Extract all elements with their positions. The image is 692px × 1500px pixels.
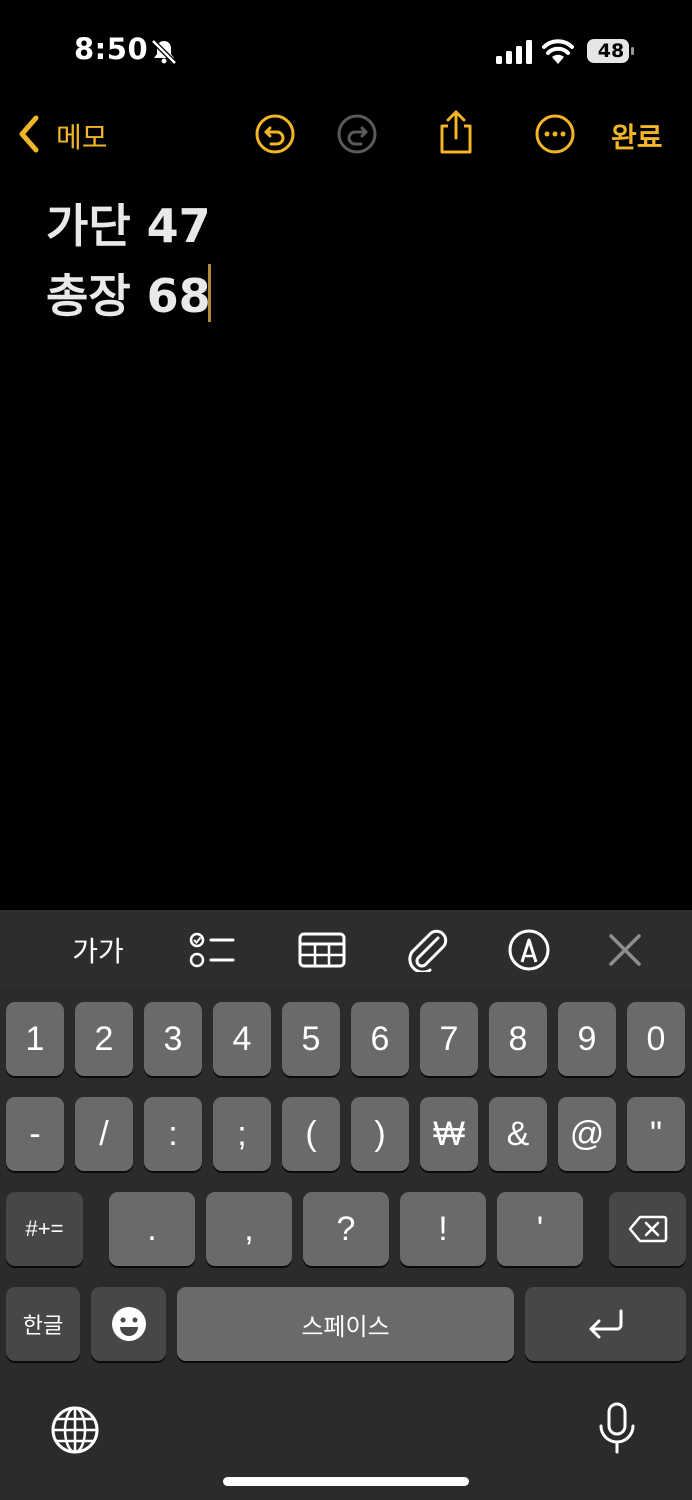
key-hyphen[interactable]: - [6, 1097, 64, 1171]
emoji-key[interactable] [91, 1287, 166, 1361]
key-slash[interactable]: / [75, 1097, 133, 1171]
status-time: 8:50 [74, 32, 149, 66]
table-icon[interactable] [297, 928, 347, 972]
key-colon[interactable]: : [144, 1097, 202, 1171]
key-close-paren[interactable]: ) [351, 1097, 409, 1171]
delete-key[interactable] [609, 1192, 686, 1266]
key-question[interactable]: ? [303, 1192, 389, 1266]
key-quote[interactable]: " [627, 1097, 685, 1171]
emoji-icon [111, 1307, 146, 1341]
back-button[interactable]: 메모 [56, 116, 108, 156]
return-icon [589, 1309, 622, 1339]
silent-mode-icon [151, 39, 177, 65]
key-6[interactable]: 6 [351, 1002, 409, 1076]
battery-level: 48 [597, 40, 625, 62]
close-icon[interactable] [600, 928, 650, 972]
redo-icon[interactable] [335, 112, 379, 156]
key-9[interactable]: 9 [558, 1002, 616, 1076]
done-button[interactable]: 완료 [611, 116, 663, 156]
checklist-icon[interactable] [187, 928, 237, 972]
backspace-icon [628, 1215, 667, 1243]
text-style-button[interactable]: 가가 [66, 928, 130, 972]
return-key[interactable] [525, 1287, 686, 1361]
key-3[interactable]: 3 [144, 1002, 202, 1076]
note-line-1[interactable]: 가단 47 [46, 190, 211, 256]
key-more-symbols[interactable]: #+= [6, 1192, 83, 1266]
text-cursor [208, 264, 211, 322]
cellular-signal-icon [496, 40, 532, 64]
key-4[interactable]: 4 [213, 1002, 271, 1076]
key-5[interactable]: 5 [282, 1002, 340, 1076]
key-2[interactable]: 2 [75, 1002, 133, 1076]
share-icon[interactable] [434, 108, 478, 156]
language-key[interactable]: 한글 [6, 1287, 80, 1361]
paperclip-icon[interactable] [402, 928, 452, 972]
chevron-left-icon[interactable] [14, 112, 44, 156]
key-1[interactable]: 1 [6, 1002, 64, 1076]
key-comma[interactable]: , [206, 1192, 292, 1266]
note-line-2[interactable]: 총장 68 [46, 260, 211, 326]
key-7[interactable]: 7 [420, 1002, 478, 1076]
globe-icon[interactable] [49, 1404, 101, 1456]
home-indicator[interactable] [223, 1477, 469, 1486]
undo-icon[interactable] [253, 112, 297, 156]
key-apostrophe[interactable]: ' [497, 1192, 583, 1266]
more-options-icon[interactable] [533, 112, 577, 156]
key-ampersand[interactable]: & [489, 1097, 547, 1171]
markup-pen-icon[interactable] [504, 928, 554, 972]
key-exclamation[interactable]: ! [400, 1192, 486, 1266]
space-key[interactable]: 스페이스 [177, 1287, 514, 1361]
key-0[interactable]: 0 [627, 1002, 685, 1076]
key-open-paren[interactable]: ( [282, 1097, 340, 1171]
microphone-icon[interactable] [596, 1402, 638, 1456]
key-at[interactable]: @ [558, 1097, 616, 1171]
key-won[interactable]: ₩ [420, 1097, 478, 1171]
key-period[interactable]: . [109, 1192, 195, 1266]
key-8[interactable]: 8 [489, 1002, 547, 1076]
wifi-icon [542, 39, 574, 64]
key-semicolon[interactable]: ; [213, 1097, 271, 1171]
